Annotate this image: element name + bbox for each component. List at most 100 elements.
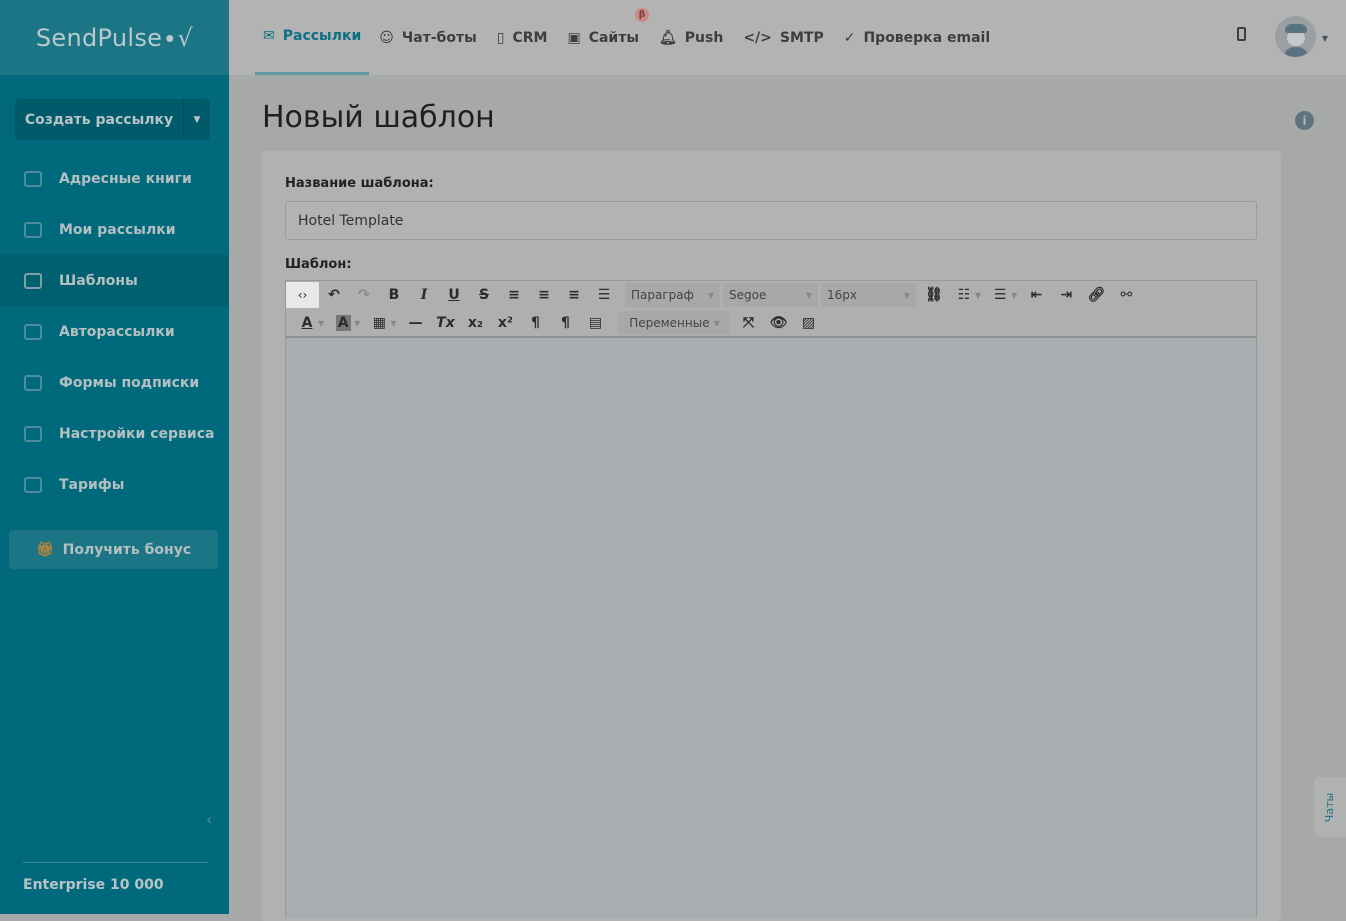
paragraph-value: Параграф xyxy=(631,288,694,302)
bonus-label: Получить бонус xyxy=(62,541,192,558)
superscript-icon[interactable]: x² xyxy=(490,310,520,336)
crm-icon: ▯ xyxy=(496,29,505,46)
font-value: Segoe xyxy=(729,288,767,302)
tab-label: Проверка email xyxy=(863,29,991,46)
sidebar-item-pricing[interactable]: Тарифы xyxy=(0,459,229,510)
horizontal-rule-icon[interactable]: — xyxy=(400,310,430,336)
unlink-icon[interactable]: ⚯ xyxy=(1111,282,1141,308)
sidebar-item-automation[interactable]: Авторассылки xyxy=(0,306,229,357)
create-campaign-label[interactable]: Создать рассылку xyxy=(15,99,184,140)
avatar[interactable] xyxy=(1275,16,1316,57)
align-left-icon[interactable]: ≡ xyxy=(499,282,529,308)
settings-sliders-icon xyxy=(24,425,42,442)
tab-crm[interactable]: ▯ CRM xyxy=(487,0,558,75)
envelope-icon: ✉ xyxy=(263,28,275,44)
outdent-icon[interactable]: ⇤ xyxy=(1021,282,1051,308)
sidebar-item-address-books[interactable]: Адресные книги xyxy=(0,153,229,204)
chevron-down-icon: ▼ xyxy=(707,290,714,300)
site-icon: ▣ xyxy=(567,29,581,46)
toolbar-row-2: A ▼ A ▼ ▦ ▼ — Tx x₂ x² ¶ ¶ ▤ Переменные ▼ ⤧ … xyxy=(292,309,823,337)
editor-content-area[interactable] xyxy=(285,338,1257,918)
tab-smtp[interactable]: </> SMTP xyxy=(733,0,833,75)
strikethrough-icon[interactable]: S xyxy=(469,282,499,308)
preview-eye-icon[interactable]: 👁︎ xyxy=(763,310,793,336)
fullscreen-icon[interactable]: ⤧ xyxy=(733,310,763,336)
variables-value: Переменные xyxy=(629,316,710,330)
bold-icon[interactable]: B xyxy=(379,282,409,308)
indent-icon[interactable]: ⇥ xyxy=(1051,282,1081,308)
sidebar-item-forms[interactable]: Формы подписки xyxy=(0,357,229,408)
chats-tab[interactable]: Чаты xyxy=(1314,777,1346,837)
tab-chatbots[interactable]: ☺ Чат-боты xyxy=(369,0,486,75)
pulse-icon: ∙√ xyxy=(162,23,194,52)
chevron-down-icon[interactable]: ▼ xyxy=(184,99,210,140)
rtl-icon[interactable]: ¶ xyxy=(520,310,550,336)
template-icon xyxy=(24,272,42,289)
chat-icon: ☺ xyxy=(379,29,394,46)
tab-campaigns[interactable]: ✉ Рассылки xyxy=(255,0,370,75)
sidebar-item-my-campaigns[interactable]: Мои рассылки xyxy=(0,204,229,255)
align-justify-icon[interactable]: ☰ xyxy=(589,282,619,308)
check-circle-icon: ✓ xyxy=(843,29,856,46)
collapse-sidebar-icon[interactable]: ‹ xyxy=(206,810,212,829)
font-select[interactable]: Segoe ▼ xyxy=(723,283,818,307)
undo-icon[interactable]: ↶ xyxy=(319,282,349,308)
sidebar-item-label: Формы подписки xyxy=(59,374,200,391)
redo-icon[interactable]: ↷ xyxy=(349,282,379,308)
underline-icon[interactable]: U xyxy=(439,282,469,308)
find-replace-icon[interactable]: ⛓︎ xyxy=(919,282,949,308)
mobile-icon[interactable] xyxy=(1237,27,1246,41)
tab-email-verification[interactable]: ✓ Проверка email xyxy=(834,0,1000,75)
sidebar-item-label: Адресные книги xyxy=(59,170,192,187)
link-icon[interactable]: 🔗︎ xyxy=(1081,282,1111,308)
paragraph-mark-icon[interactable]: ¶ xyxy=(550,310,580,336)
tab-label: Рассылки xyxy=(282,28,362,44)
image-icon[interactable]: ▨ xyxy=(793,310,823,336)
logo[interactable]: SendPulse ∙√ xyxy=(0,0,229,75)
tab-push[interactable]: 🔔︎ Push xyxy=(649,0,733,75)
address-book-icon xyxy=(24,170,42,187)
font-size-select[interactable]: 16px ▼ xyxy=(821,283,916,307)
sidebar-item-templates[interactable]: Шаблоны xyxy=(0,255,229,306)
chevron-down-icon[interactable]: ▼ xyxy=(318,319,324,328)
info-icon[interactable]: i xyxy=(1295,111,1314,130)
paragraph-select[interactable]: Параграф ▼ xyxy=(625,283,720,307)
source-code-button[interactable]: ‹› xyxy=(286,282,319,308)
get-bonus-button[interactable]: 🎁︎ Получить бонус xyxy=(9,530,218,569)
tab-label: SMTP xyxy=(779,29,824,46)
sidebar-item-label: Шаблоны xyxy=(59,272,138,289)
template-name-label: Название шаблона: xyxy=(285,176,434,191)
clear-format-icon[interactable]: Tx xyxy=(430,310,460,336)
editor-toolbar: ‹› ↶ ↷ B I U S ≡ ≡ ≡ ☰ Параграф ▼ Segoe ▼ … xyxy=(285,280,1257,338)
sidebar-item-label: Мои рассылки xyxy=(59,221,176,238)
italic-icon[interactable]: I xyxy=(409,282,439,308)
automation-icon xyxy=(24,323,42,340)
tab-sites[interactable]: ▣ Сайты β xyxy=(557,0,649,75)
sidebar-item-label: Авторассылки xyxy=(59,323,175,340)
code-icon: </> xyxy=(743,29,772,46)
plan-label[interactable]: Enterprise 10 000 xyxy=(23,862,208,893)
chevron-down-icon[interactable]: ▼ xyxy=(975,291,981,300)
variables-select[interactable]: Переменные ▼ xyxy=(618,311,731,335)
align-right-icon[interactable]: ≡ xyxy=(559,282,589,308)
chevron-down-icon[interactable]: ▼ xyxy=(354,319,360,328)
template-name-input[interactable] xyxy=(285,201,1257,240)
create-campaign-button[interactable]: Создать рассылку ▼ xyxy=(15,99,210,140)
tab-label: Push xyxy=(684,29,724,46)
chats-label: Чаты xyxy=(1323,792,1337,822)
chevron-down-icon[interactable]: ▼ xyxy=(390,319,396,328)
media-icon[interactable]: ▤ xyxy=(580,310,610,336)
page-title: Новый шаблон xyxy=(262,100,495,135)
sidebar-item-settings[interactable]: Настройки сервиса xyxy=(0,408,229,459)
toolbar-row-1: ‹› ↶ ↷ B I U S ≡ ≡ ≡ ☰ Параграф ▼ Segoe ▼ … xyxy=(286,281,1141,309)
tab-label: CRM xyxy=(512,29,548,46)
align-center-icon[interactable]: ≡ xyxy=(529,282,559,308)
chevron-down-icon[interactable]: ▼ xyxy=(1011,291,1017,300)
chevron-down-icon[interactable]: ▼ xyxy=(1322,34,1328,43)
tab-label: Чат-боты xyxy=(401,29,477,46)
font-size-value: 16px xyxy=(827,288,857,302)
tab-label: Сайты xyxy=(588,29,639,46)
chevron-down-icon: ▼ xyxy=(713,318,720,328)
form-icon xyxy=(24,374,42,391)
subscript-icon[interactable]: x₂ xyxy=(460,310,490,336)
